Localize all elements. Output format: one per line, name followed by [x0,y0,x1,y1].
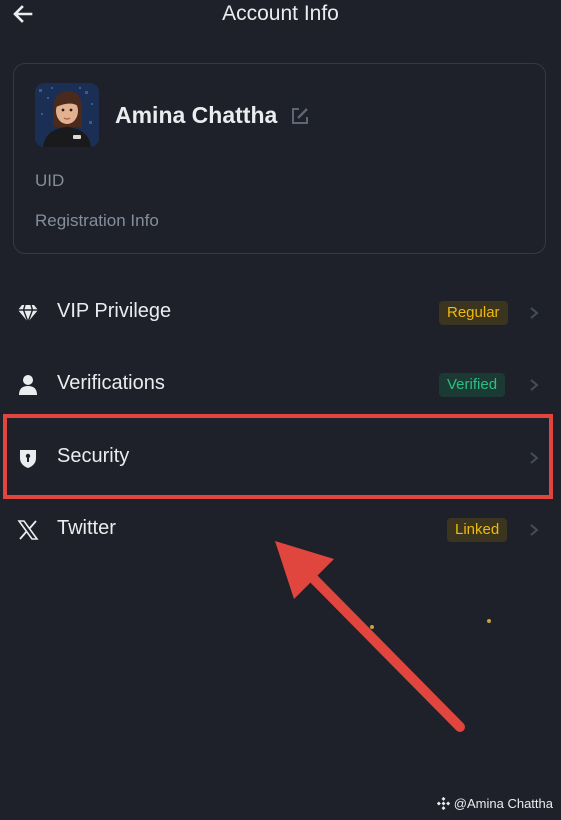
edit-icon [292,108,308,124]
binance-logo-icon [436,797,450,810]
menu-item-security[interactable]: Security [0,428,561,488]
twitter-label: Twitter [57,517,116,539]
twitter-linked-badge: Linked [447,518,508,542]
menu-item-twitter[interactable]: Twitter Linked [0,500,561,560]
shield-icon [20,450,36,468]
menu-item-verifications[interactable]: Verifications Verified [0,355,561,415]
avatar[interactable] [35,83,99,147]
profile-card: Amina Chattha UID Registration Info [13,63,546,254]
vip-level-badge: Regular [439,301,508,325]
uid-label: UID [35,171,65,190]
page-title: Account Info [222,2,339,25]
registration-info-label[interactable]: Registration Info [35,211,159,231]
chevron-right-icon [530,379,539,391]
chevron-right-icon [530,307,539,319]
chevron-right-icon [530,524,539,536]
x-logo-icon [17,520,39,540]
verification-status-badge: Verified [439,373,506,397]
vip-privilege-label: VIP Privilege [57,300,172,322]
security-label: Security [57,445,130,467]
watermark: @Amina Chattha [436,796,553,811]
header: Account Info [0,0,561,30]
verifications-label: Verifications [57,372,165,394]
diamond-icon [18,304,38,324]
profile-name: Amina Chattha [115,102,278,128]
edit-name-button[interactable] [290,106,310,126]
watermark-text: @Amina Chattha [453,796,553,811]
user-icon [19,375,37,395]
chevron-right-icon [530,452,539,464]
menu-item-vip-privilege[interactable]: VIP Privilege Regular [0,283,561,343]
